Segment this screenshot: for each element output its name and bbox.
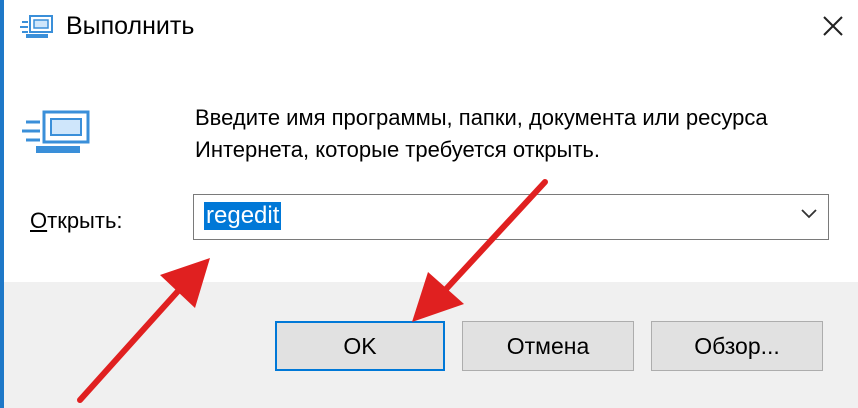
open-label-accelerator: О xyxy=(30,208,48,233)
window-title: Выполнить xyxy=(66,12,195,40)
open-label: Открыть: xyxy=(30,208,123,234)
command-input[interactable]: regedit xyxy=(204,202,282,230)
run-dialog-window: Выполнить Введите имя программы, папки, … xyxy=(0,0,858,408)
instruction-text: Введите имя программы, папки, документа … xyxy=(195,105,768,162)
close-icon xyxy=(823,16,843,36)
ok-button[interactable]: OK xyxy=(275,321,445,371)
browse-button[interactable]: Обзор... xyxy=(651,321,823,371)
open-label-text: ткрыть: xyxy=(47,208,123,233)
title-bar[interactable]: Выполнить xyxy=(4,0,858,56)
chevron-down-icon[interactable] xyxy=(800,204,818,222)
run-program-icon xyxy=(22,110,90,153)
run-app-icon xyxy=(20,15,53,38)
open-combobox[interactable]: regedit xyxy=(193,194,829,240)
close-button[interactable] xyxy=(808,4,858,48)
cancel-button[interactable]: Отмена xyxy=(462,321,634,371)
